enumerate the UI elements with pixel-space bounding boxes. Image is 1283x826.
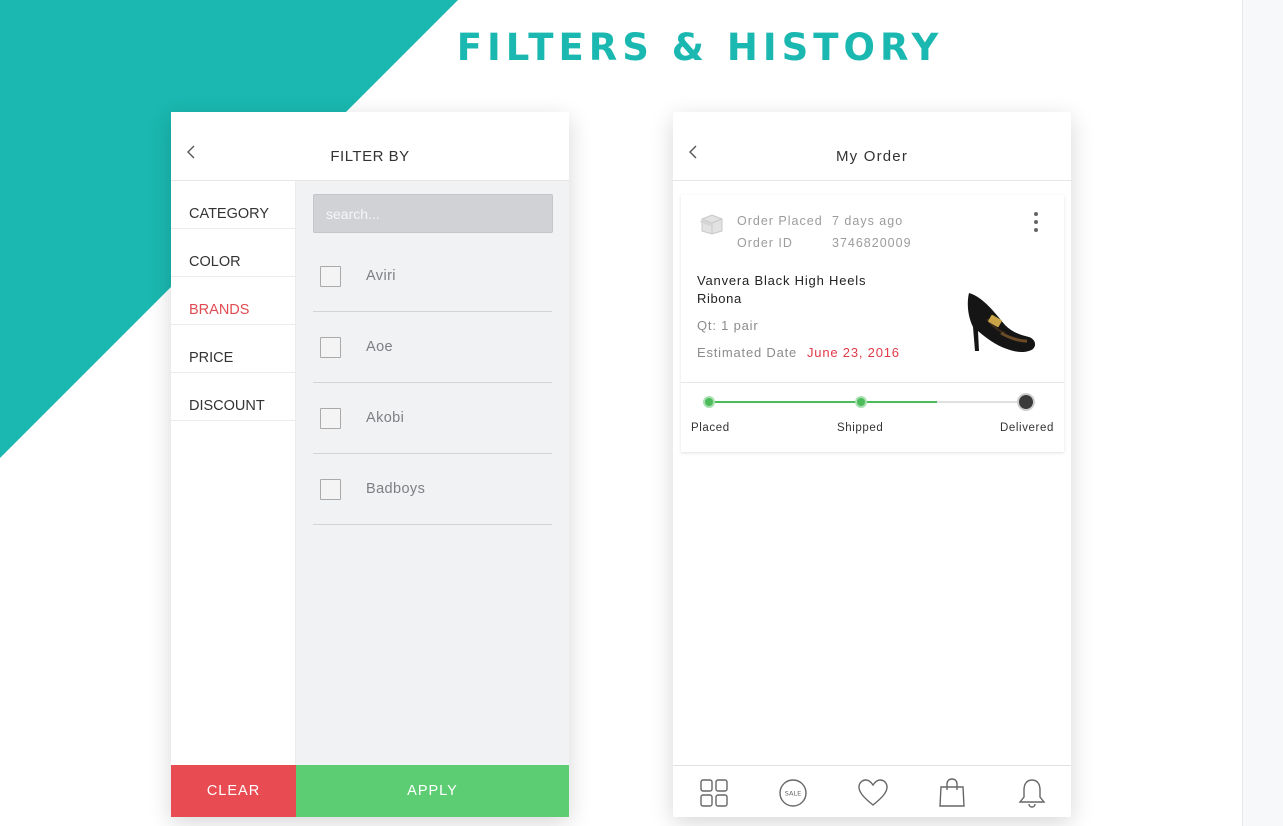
heart-icon[interactable] [857,777,889,809]
page-title: FILTERS & HISTORY [456,26,944,69]
brand-label: Aviri [366,268,396,284]
product-brand: Ribona [697,291,742,306]
filter-screen: FILTER BY CATEGORY COLOR BRANDS PRICE DI… [171,112,569,817]
order-card[interactable]: Order Placed 7 days ago Order ID 3746820… [681,195,1064,452]
order-title: My Order [835,148,909,165]
brand-option-row[interactable]: Akobi [313,383,552,454]
brand-option-row[interactable]: Badboys [313,454,552,525]
tracking-step-label: Placed [691,422,730,434]
tracking-step-label: Delivered [1000,422,1054,434]
brand-label: Akobi [366,410,405,426]
order-screen: My Order Order Placed 7 days ago Order I… [673,112,1071,817]
sale-badge-text: SALE [785,790,801,798]
brand-option-row[interactable]: Aviri [313,241,552,312]
order-tracking-progress [703,393,1035,411]
order-header: My Order [673,112,1071,181]
card-divider [681,382,1064,383]
brand-checkbox[interactable] [320,266,341,287]
high-heel-shoe-icon [967,293,1036,352]
package-box-icon [700,214,723,235]
brand-checkbox[interactable] [320,337,341,358]
shopping-bag-icon[interactable] [936,777,968,809]
brand-checkbox[interactable] [320,408,341,429]
order-id-label: Order ID [737,236,793,250]
filter-title: FILTER BY [330,148,410,165]
filter-category-item[interactable]: CATEGORY [171,181,296,229]
bell-icon[interactable] [1016,777,1048,809]
product-name[interactable]: Vanvera Black High Heels [697,273,866,288]
filter-category-label: PRICE [189,350,234,366]
filter-category-label: COLOR [189,254,241,270]
filter-category-list: CATEGORY COLOR BRANDS PRICE DISCOUNT [171,181,296,765]
filter-header: FILTER BY [171,112,569,181]
more-vertical-icon[interactable] [1032,211,1040,233]
brand-options-panel: search... Aviri Aoe Akobi Badboys [296,181,569,765]
order-placed-label: Order Placed [737,214,823,228]
filter-category-item[interactable]: COLOR [171,229,296,277]
filter-category-item[interactable]: DISCOUNT [171,373,296,421]
bottom-tab-bar: SALE [673,765,1071,817]
filter-category-label: CATEGORY [189,206,270,222]
brand-label: Aoe [366,339,393,355]
estimated-date-value: June 23, 2016 [807,345,900,360]
filter-category-item[interactable]: PRICE [171,325,296,373]
estimated-date-label: Estimated Date [697,345,798,360]
sale-badge-icon[interactable]: SALE [777,777,809,809]
filter-category-label: BRANDS [189,302,250,318]
product-quantity: Qt: 1 pair [697,318,759,333]
brand-option-row[interactable]: Aoe [313,312,552,383]
brand-label: Badboys [366,481,426,497]
order-placed-value: 7 days ago [832,214,904,228]
filter-category-label: DISCOUNT [189,398,265,414]
order-id-value: 3746820009 [832,236,912,250]
right-side-panel [1242,0,1283,826]
brand-search-input[interactable]: search... [313,194,553,233]
brand-checkbox[interactable] [320,479,341,500]
tracking-step-label: Shipped [837,422,884,434]
clear-button[interactable]: CLEAR [171,765,296,817]
filter-category-item-active[interactable]: BRANDS [171,277,296,325]
grid-icon[interactable] [698,777,730,809]
apply-button[interactable]: APPLY [296,765,569,817]
